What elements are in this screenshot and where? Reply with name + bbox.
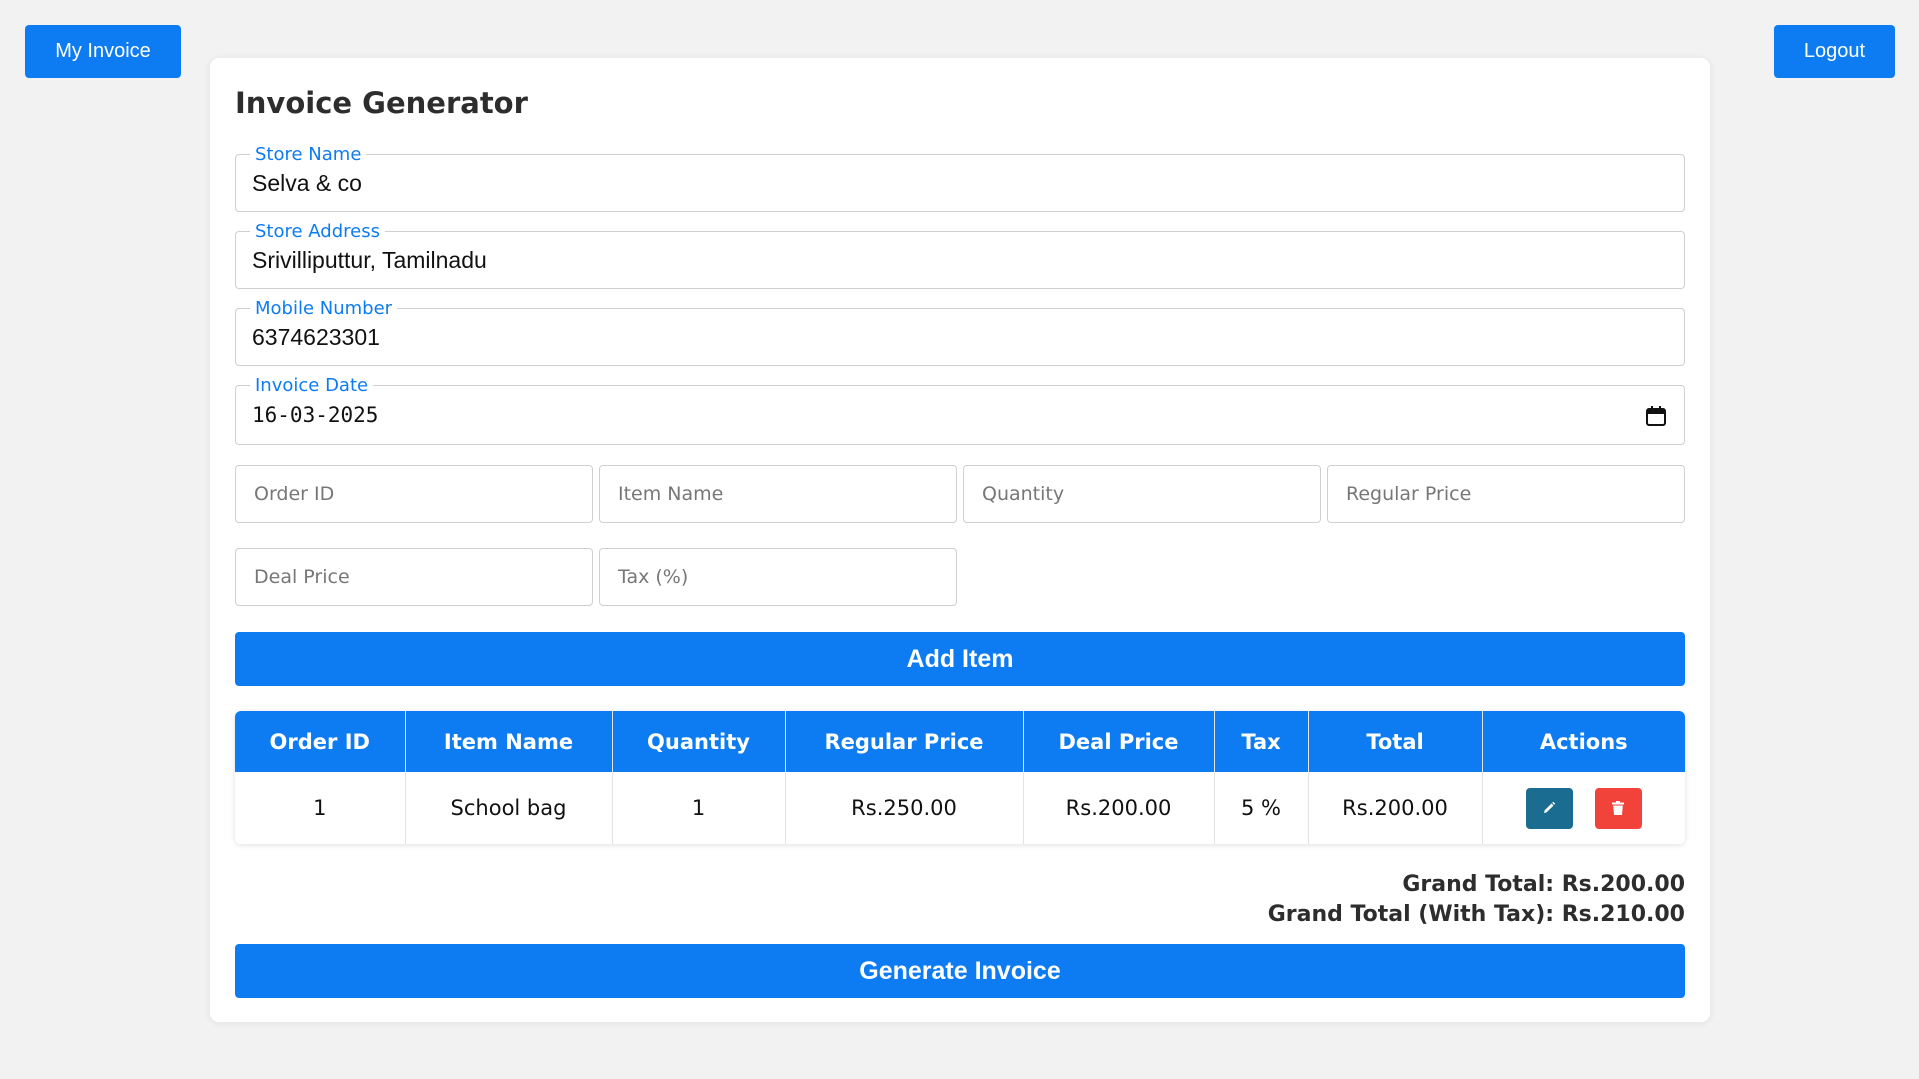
grand-total-with-tax: Grand Total (With Tax): Rs.210.00: [1267, 902, 1685, 927]
order-id-input[interactable]: Order ID: [235, 465, 593, 523]
trash-icon: [1612, 801, 1625, 815]
page-title: Invoice Generator: [235, 86, 528, 120]
mobile-number-value: 6374623301: [252, 323, 380, 350]
cell-tax: 5 %: [1214, 772, 1309, 844]
cell-item-name: School bag: [405, 772, 613, 844]
mobile-number-field[interactable]: Mobile Number 6374623301: [235, 298, 1685, 366]
my-invoice-button[interactable]: My Invoice: [25, 25, 181, 78]
delete-button[interactable]: [1594, 787, 1642, 829]
cell-total: Rs.200.00: [1308, 772, 1483, 844]
store-address-field[interactable]: Store Address Srivilliputtur, Tamilnadu: [235, 221, 1685, 289]
grand-total: Grand Total: Rs.200.00: [1402, 872, 1685, 897]
invoice-card: Invoice Generator Store Name Selva & co …: [210, 58, 1710, 1022]
add-item-button[interactable]: Add Item: [235, 632, 1685, 686]
cell-order-id: 1: [235, 772, 406, 844]
invoice-date-field[interactable]: Invoice Date 16-03-2025: [235, 375, 1685, 445]
tax-input[interactable]: Tax (%): [599, 548, 957, 606]
item-name-input[interactable]: Item Name: [599, 465, 957, 523]
cell-actions: [1482, 772, 1685, 844]
col-order-id: Order ID: [235, 711, 406, 772]
table-header-row: Order ID Item Name Quantity Regular Pric…: [235, 711, 1685, 772]
edit-button[interactable]: [1525, 787, 1573, 829]
store-name-value: Selva & co: [252, 169, 362, 196]
regular-price-input[interactable]: Regular Price: [1327, 465, 1685, 523]
logout-button[interactable]: Logout: [1774, 25, 1895, 78]
cell-regular-price: Rs.250.00: [785, 772, 1024, 844]
col-total: Total: [1308, 711, 1483, 772]
generate-invoice-button[interactable]: Generate Invoice: [235, 944, 1685, 998]
quantity-input[interactable]: Quantity: [963, 465, 1321, 523]
calendar-icon[interactable]: [1646, 405, 1666, 431]
cell-deal-price: Rs.200.00: [1023, 772, 1215, 844]
col-actions: Actions: [1482, 711, 1685, 772]
invoice-date-value: 16-03-2025: [252, 403, 379, 427]
items-table: Order ID Item Name Quantity Regular Pric…: [235, 711, 1685, 844]
cell-quantity: 1: [612, 772, 786, 844]
col-deal-price: Deal Price: [1023, 711, 1215, 772]
col-regular-price: Regular Price: [785, 711, 1024, 772]
deal-price-input[interactable]: Deal Price: [235, 548, 593, 606]
pencil-icon: [1544, 801, 1556, 813]
col-tax: Tax: [1214, 711, 1309, 772]
col-item-name: Item Name: [405, 711, 613, 772]
store-name-field[interactable]: Store Name Selva & co: [235, 144, 1685, 212]
table-row: 1 School bag 1 Rs.250.00 Rs.200.00 5 % R…: [235, 772, 1685, 844]
store-address-value: Srivilliputtur, Tamilnadu: [252, 246, 487, 273]
col-quantity: Quantity: [612, 711, 786, 772]
